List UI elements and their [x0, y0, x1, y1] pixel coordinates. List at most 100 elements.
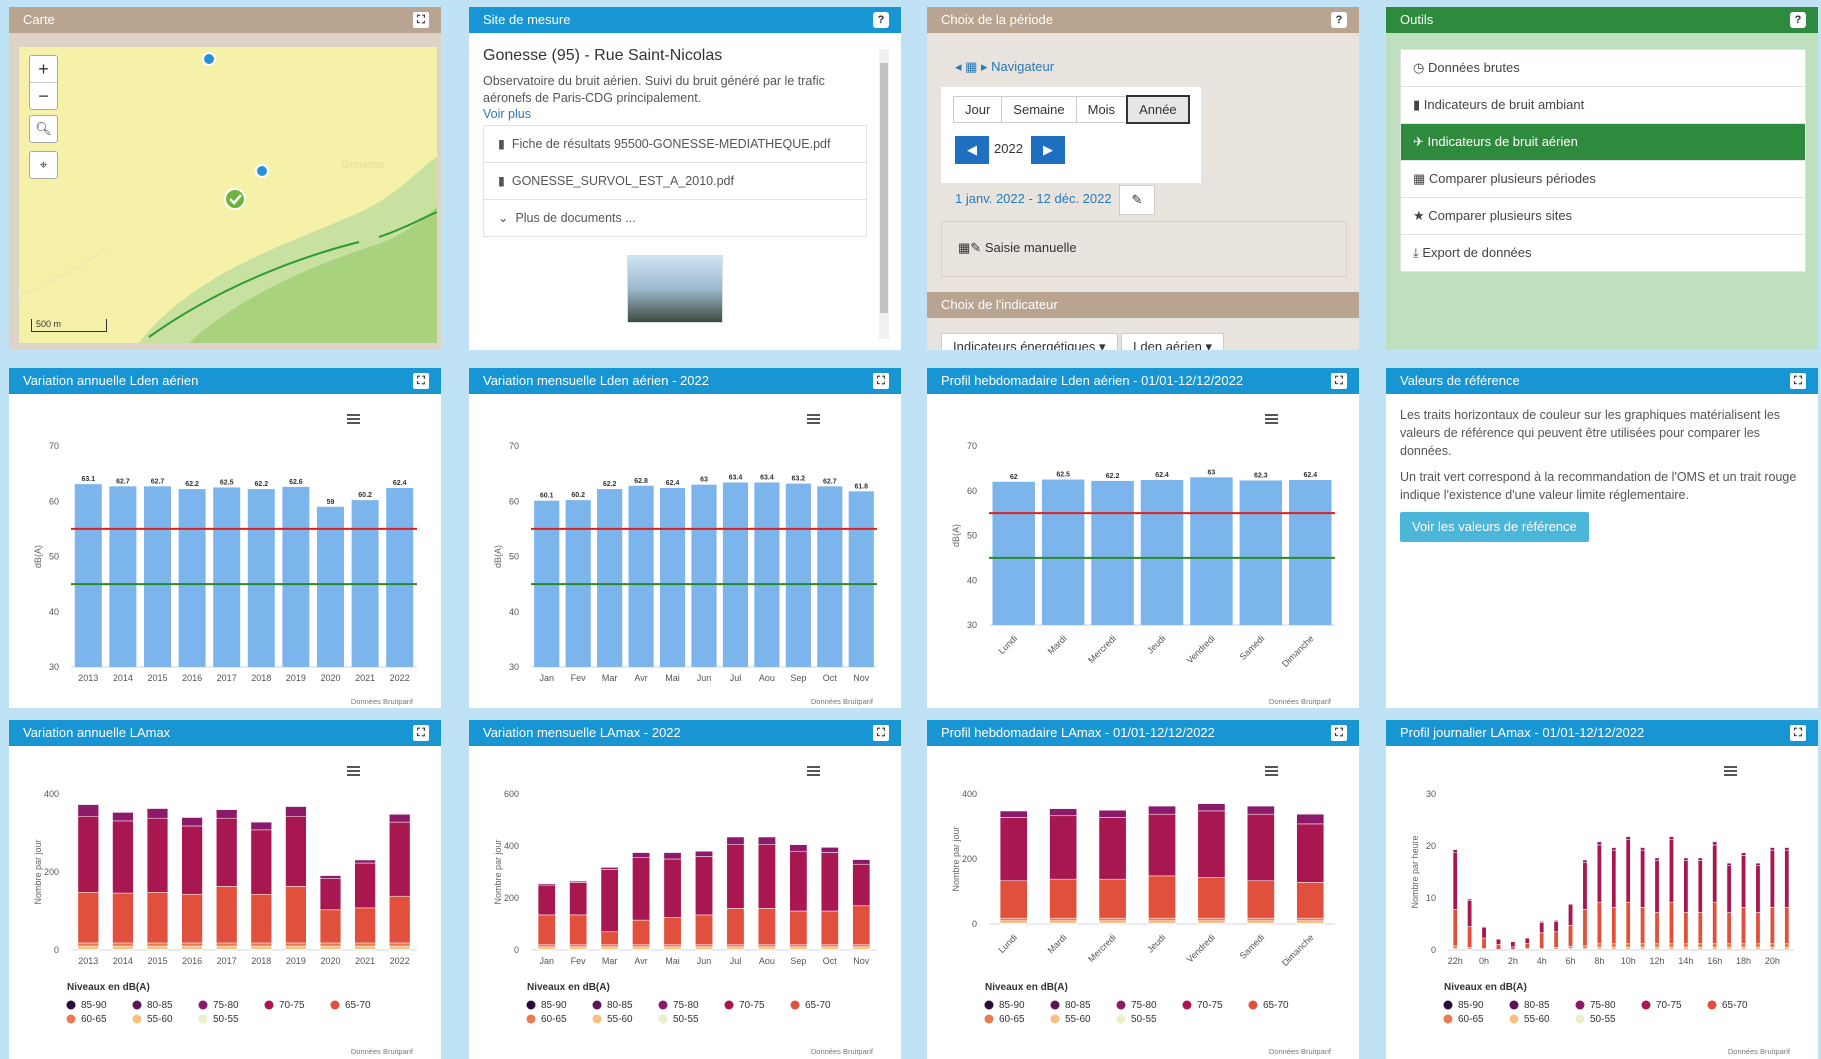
indicator-type-dropdown[interactable]: Indicateurs énergétiques ▾ — [941, 333, 1118, 350]
zoom-out-button[interactable]: − — [30, 83, 57, 109]
stacked-bar-segment — [1741, 852, 1746, 856]
data-label: 63.2 — [792, 476, 806, 483]
zoom-in-button[interactable]: + — [30, 56, 57, 83]
expand-icon[interactable]: ⛶ — [1331, 373, 1347, 389]
legend-label: 60-65 — [541, 1014, 567, 1025]
x-tick-label: 2013 — [78, 956, 98, 966]
credit-label: Données Bruitparif — [351, 697, 414, 706]
stacked-bar-segment — [1654, 860, 1660, 913]
doc-link[interactable]: ▮ Fiche de résultats 95500-GONESSE-MEDIA… — [483, 126, 867, 163]
tab-year[interactable]: Année — [1126, 95, 1190, 124]
expand-icon[interactable]: ⛶ — [1331, 725, 1347, 741]
expand-icon[interactable]: ⛶ — [1790, 725, 1806, 741]
stacked-bar-segment — [1148, 813, 1176, 877]
tool-ambient-noise[interactable]: ▮ Indicateurs de bruit ambiant — [1401, 87, 1805, 124]
tools-title: Outils — [1400, 12, 1434, 27]
next-button[interactable]: ▶ — [1031, 136, 1065, 164]
calendar-icon: ▦ — [1413, 171, 1426, 186]
help-icon[interactable]: ? — [873, 12, 889, 28]
help-icon[interactable]: ? — [1790, 12, 1806, 28]
tab-month[interactable]: Mois — [1075, 96, 1128, 123]
expand-icon[interactable]: ⛶ — [413, 725, 429, 741]
stacked-bar-segment — [1712, 841, 1718, 846]
menu-icon — [1265, 418, 1278, 420]
stacked-bar-segment — [1697, 947, 1703, 951]
year-value: 2022 — [994, 141, 1023, 156]
x-tick-label: 2021 — [355, 956, 375, 966]
manual-entry-button[interactable]: ▦✎ Saisie manuelle — [958, 240, 1077, 256]
menu-icon — [807, 422, 820, 424]
legend-swatch — [198, 1000, 208, 1010]
credit-label: Données Bruitparif — [1728, 1047, 1791, 1056]
stacked-bar-segment — [1524, 942, 1530, 949]
data-label: 62.2 — [1106, 473, 1120, 480]
legend-swatch — [1641, 1000, 1651, 1010]
bar — [848, 491, 874, 667]
stacked-bar-segment — [1539, 921, 1545, 923]
x-tick-label: 6h — [1566, 956, 1576, 966]
legend-label: 85-90 — [81, 1000, 107, 1011]
stacked-bar-segment — [250, 821, 272, 831]
more-docs-link[interactable]: ⌄ Plus de documents ... — [483, 200, 867, 237]
expand-icon[interactable]: ⛶ — [873, 373, 889, 389]
stacked-bar-segment — [569, 914, 588, 946]
indicator-type-label: Indicateurs énergétiques — [953, 339, 1096, 350]
menu-icon — [347, 422, 360, 424]
search-icon[interactable]: 🔍︎ — [29, 115, 58, 143]
stacked-bar-segment — [354, 907, 376, 944]
data-label: 60.2 — [571, 492, 585, 499]
stacked-bar-segment — [1611, 849, 1617, 908]
help-icon[interactable]: ? — [1331, 12, 1347, 28]
edit-icon[interactable]: ✎ — [1119, 185, 1155, 215]
tool-compare-periods[interactable]: ▦ Comparer plusieurs périodes — [1401, 161, 1805, 198]
tool-export[interactable]: ⤓ Export de données — [1401, 235, 1805, 271]
x-tick-label: Jan — [539, 956, 554, 966]
map-canvas[interactable]: Gonesse + − 🔍︎ ⌖ 500 m — [19, 47, 437, 343]
expand-icon[interactable]: ⛶ — [413, 12, 429, 28]
manual-box: ▦✎ Saisie manuelle — [941, 221, 1347, 277]
menu-icon — [347, 774, 360, 776]
tool-aircraft-noise[interactable]: ✈ Indicateurs de bruit aérien — [1401, 124, 1805, 161]
tab-day[interactable]: Jour — [953, 96, 1003, 123]
data-label: 62.7 — [151, 478, 165, 485]
y-tick-label: 50 — [967, 531, 977, 541]
indicator-dropdown[interactable]: Lden aérien ▾ — [1121, 333, 1224, 350]
tool-raw-data[interactable]: ◷ Données brutes — [1401, 50, 1805, 87]
see-more-link[interactable]: Voir plus — [483, 107, 867, 121]
bar — [628, 485, 654, 667]
stacked-bar-segment — [250, 829, 272, 895]
stacked-bar-segment — [112, 945, 134, 950]
stacked-bar-segment — [1755, 943, 1761, 948]
site-photo[interactable] — [627, 255, 723, 323]
legend-swatch — [1509, 1014, 1519, 1024]
stacked-bar-segment — [1741, 855, 1746, 908]
stacked-bar-segment — [789, 844, 808, 852]
stacked-bar-segment — [820, 910, 839, 946]
location-icon[interactable]: ⌖ — [29, 151, 58, 179]
prev-button[interactable]: ◀ — [955, 136, 989, 164]
chart-title: Variation annuelle Lden aérien — [23, 373, 199, 388]
stacked-bar-segment — [569, 946, 588, 950]
legend-swatch — [1248, 1000, 1258, 1010]
chart-svg: 30 40 50 60 70 dB(A) 63.1 2013 62.7 2014 62.7 2015 6… — [33, 414, 417, 706]
tab-week[interactable]: Semaine — [1001, 96, 1077, 123]
tool-compare-sites[interactable]: ★ Comparer plusieurs sites — [1401, 198, 1805, 235]
doc-link[interactable]: ▮ GONESSE_SURVOL_EST_A_2010.pdf — [483, 163, 867, 200]
credit-label: Données Bruitparif — [811, 1047, 874, 1056]
stacked-bar-segment — [216, 942, 238, 947]
reference-values-button[interactable]: Voir les valeurs de référence — [1400, 512, 1589, 542]
stacked-bar-segment — [663, 858, 682, 918]
stacked-bar-segment — [852, 859, 871, 865]
expand-icon[interactable]: ⛶ — [413, 373, 429, 389]
stacked-bar-segment — [285, 886, 307, 944]
stacked-bar-segment — [852, 944, 871, 948]
scrollbar[interactable] — [879, 49, 889, 339]
expand-icon[interactable]: ⛶ — [873, 725, 889, 741]
map-panel-header: Carte ⛶ — [9, 7, 441, 33]
expand-icon[interactable]: ⛶ — [1790, 373, 1806, 389]
stacked-bar-segment — [389, 945, 411, 950]
menu-icon — [1724, 766, 1737, 768]
data-label: 62.7 — [116, 478, 130, 485]
data-label: 62.2 — [254, 481, 268, 488]
navigator-toggle[interactable]: ◂ ▦ ▸ Navigateur — [955, 59, 1054, 75]
